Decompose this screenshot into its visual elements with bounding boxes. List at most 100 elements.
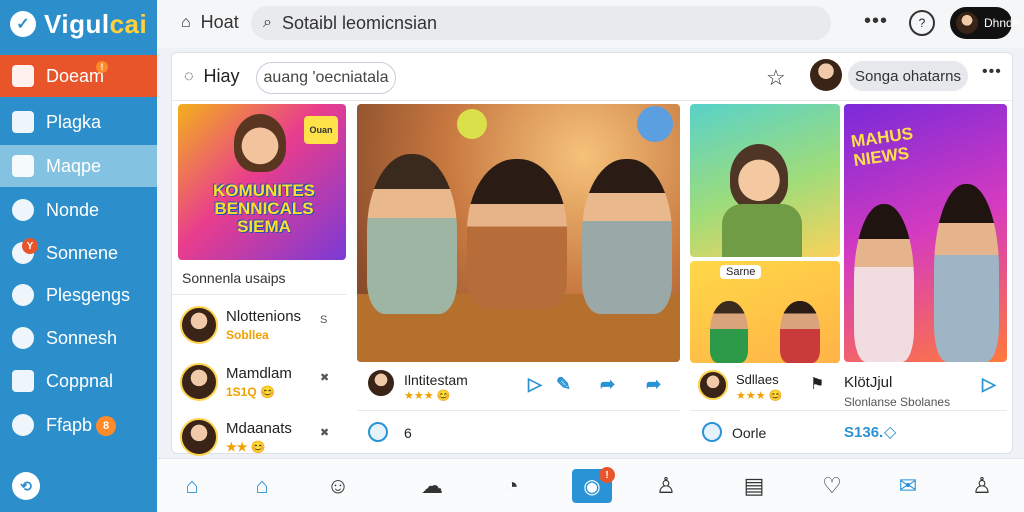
list-item[interactable]: Nlottenions Sobllea S [180, 302, 346, 350]
timer-icon[interactable]: ◔ [499, 473, 525, 499]
user-chip[interactable]: Songa ohatarns [848, 61, 968, 91]
home-link[interactable]: ⌂ Hoat [181, 12, 239, 33]
chat-icon[interactable]: ✎ [556, 374, 571, 395]
card-icon [12, 155, 34, 177]
sidebar-item-maqpe[interactable]: Maqpe [0, 145, 157, 187]
panel-more-icon[interactable]: ••• [982, 63, 1002, 81]
share-icon[interactable]: ➦ [600, 374, 615, 395]
person-art [710, 301, 748, 363]
divider [172, 294, 347, 295]
grid-icon [12, 65, 34, 87]
play-icon[interactable]: ▷ [528, 374, 542, 395]
app-logo[interactable]: ✓ Vigulcai [0, 0, 157, 48]
mail-icon[interactable]: ✉ [895, 473, 921, 499]
search-icon: ⌕ [263, 14, 272, 31]
character-art-image[interactable] [690, 104, 840, 257]
sidebar-item-nonde[interactable]: Nonde [0, 189, 157, 231]
image-icon [12, 111, 34, 133]
sidebar-item-sonnesh[interactable]: Sonnesh [0, 317, 157, 359]
member-side: ✖ [320, 372, 330, 384]
home-icon[interactable]: ⌂ [179, 473, 205, 499]
promo-title: KlötJjul [844, 374, 893, 391]
bookmark-icon[interactable]: ⚑ [810, 374, 824, 394]
star-icon[interactable]: ☆ [766, 65, 786, 91]
lock-icon: ⌂ [181, 13, 191, 31]
character-face [730, 144, 788, 210]
compass-icon[interactable]: ⟲ [12, 472, 40, 500]
people-icon[interactable]: ☺ [325, 473, 351, 499]
price-label: S136. [844, 424, 884, 441]
list-item[interactable]: Mamdlam 1S1Q 😊 ✖ [180, 359, 346, 407]
sidebar-item-doeam[interactable]: Doeam ! [0, 55, 157, 97]
document-icon[interactable]: ▤ [741, 473, 767, 499]
avatar[interactable] [810, 59, 842, 91]
logo-text: Vigulcai [44, 8, 148, 39]
featured-art-image[interactable]: Ouan KOMUNITES BENNICALS SIEMA [178, 104, 346, 260]
more-icon[interactable]: ••• [864, 10, 888, 33]
person-art [854, 204, 914, 362]
sidebar-item-coppnal[interactable]: Coppnal [0, 360, 157, 402]
play-icon[interactable]: ▷ [982, 374, 996, 395]
avatar [180, 306, 218, 344]
right-foot-text: Oorle [732, 425, 767, 441]
panel-search-input[interactable]: auang 'oecniatala [256, 62, 396, 94]
bottom-nav: ⌂ ⌂ ☺ ☁ ◔ ◉ ! ♙ ▤ ♡ ✉ ♙ [157, 458, 1024, 512]
profile-button[interactable]: Dhnde [950, 7, 1019, 39]
person-art [780, 301, 820, 363]
chat-icon [12, 284, 34, 306]
user-icon[interactable]: ♙ [653, 473, 679, 499]
search-input[interactable]: ⌕ Sotaibl leomicnsian [251, 6, 831, 40]
notification-badge: Y [22, 238, 38, 254]
person-art [934, 184, 999, 362]
chat-bubble-icon: ◌ [184, 67, 194, 85]
balloon-art [637, 106, 673, 142]
video-rating: ★★★ 😊 [404, 390, 451, 402]
avatar[interactable] [698, 370, 728, 400]
gift-icon[interactable]: ♡ [819, 473, 845, 499]
member-meta: 1S1Q 😊 [226, 385, 275, 399]
avatar [180, 418, 218, 456]
character-face [234, 114, 286, 172]
video-author: Ilntitestam [404, 372, 468, 388]
sidebar-item-sonnene[interactable]: Sonnene Y [0, 232, 157, 274]
sidebar-item-label: Nonde [46, 199, 100, 220]
video-count: 6 [404, 425, 412, 441]
list-item[interactable]: Mdaanats ★★ 😊 ✖ [180, 414, 346, 462]
headset-icon [12, 327, 34, 349]
like-icon[interactable] [368, 422, 388, 442]
person-art [582, 159, 672, 314]
search-text: Sotaibl leomicnsian [281, 12, 438, 33]
right-rating: ★★★ 😊 [736, 390, 783, 402]
member-meta: ★★ 😊 [226, 440, 266, 454]
avatar[interactable] [366, 368, 396, 398]
promo-art-image[interactable]: MAHUS NIEWS [844, 104, 1007, 362]
member-name: Mamdlam [226, 365, 292, 382]
home-label: Hoat [200, 12, 239, 32]
members-heading: Sonnenla usaips [182, 270, 286, 286]
member-side: S [320, 314, 328, 326]
group-art-image[interactable]: Sarne [690, 261, 840, 363]
sidebar-item-plagka[interactable]: Plagka [0, 101, 157, 143]
divider [690, 410, 1007, 411]
sidebar-item-label: Coppnal [46, 370, 114, 391]
video-thumbnail[interactable] [357, 104, 680, 362]
chat-round-icon[interactable] [702, 422, 722, 442]
help-icon[interactable]: ? [909, 10, 935, 36]
profile-icon[interactable]: ♙ [969, 473, 995, 499]
diamond-icon[interactable]: ◇ [884, 422, 896, 442]
forward-icon[interactable]: ➦ [646, 374, 661, 395]
person-art [467, 159, 567, 309]
cloud-icon[interactable]: ☁ [419, 473, 445, 499]
sidebar-item-label: Ffapb [46, 414, 93, 435]
house-icon[interactable]: ⌂ [249, 473, 275, 499]
sidebar-item-plesgengs[interactable]: Plesgengs [0, 274, 157, 316]
sidebar-item-label: Plesgengs [46, 284, 131, 305]
camera-badge: ! [599, 467, 615, 483]
person-art [367, 154, 457, 314]
sidebar-item-label: Maqpe [46, 155, 102, 176]
promo-subtitle: Slonlanse Sbolanes [844, 395, 951, 409]
balloon-art [457, 109, 487, 139]
sidebar-item-ffapb[interactable]: Ffapb 8 [0, 404, 157, 446]
user-chip-label: Songa ohatarns [855, 67, 961, 85]
member-name: Nlottenions [226, 308, 302, 325]
